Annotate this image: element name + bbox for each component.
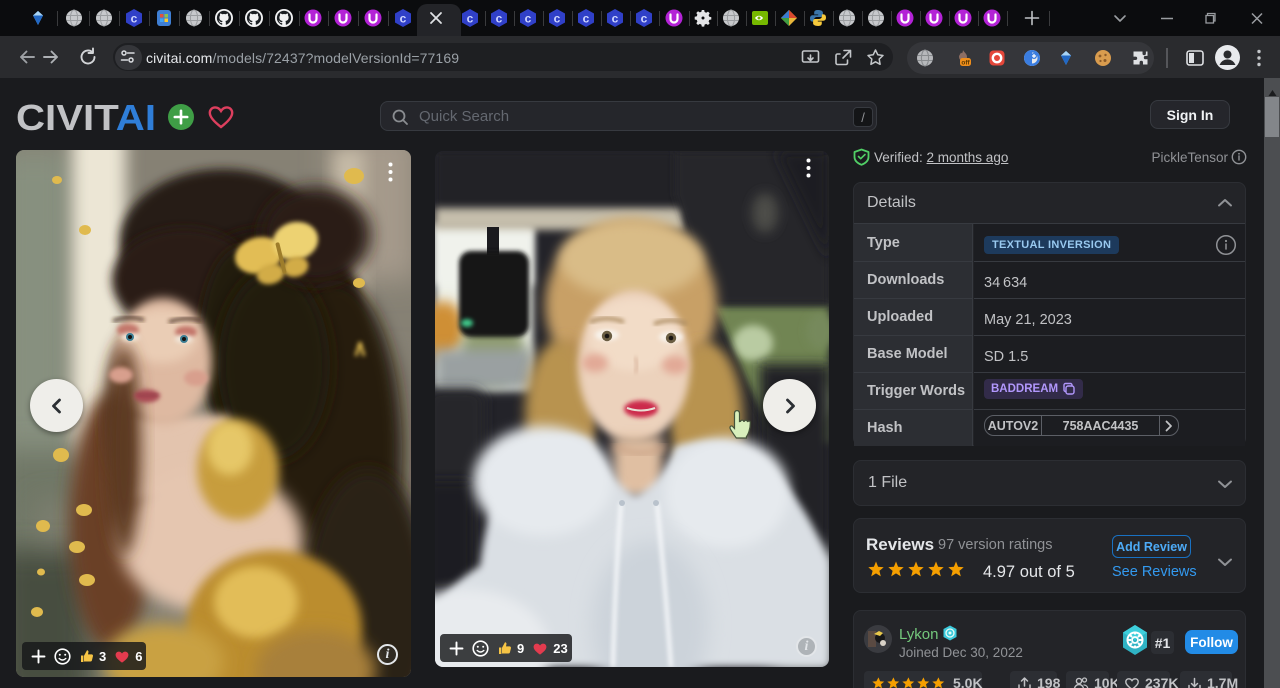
svg-text:c: c [400,12,407,26]
svg-text:c: c [525,12,532,26]
svg-text:c: c [583,12,590,26]
svg-text:c: c [467,12,474,26]
svg-text:c: c [554,12,561,26]
svg-text:c: c [641,12,648,26]
svg-text:c: c [496,12,503,26]
svg-text:off: off [961,59,970,66]
svg-text:c: c [612,12,619,26]
svg-text:CIVITAI: CIVITAI [16,101,156,135]
svg-text:c: c [131,12,138,26]
